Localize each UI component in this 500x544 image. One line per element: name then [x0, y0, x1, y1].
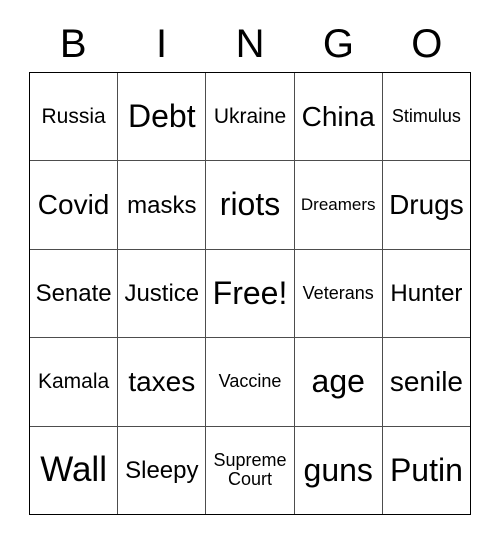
bingo-cell-label: Russia: [41, 104, 106, 128]
bingo-cell-free-space[interactable]: Free!: [206, 249, 295, 338]
bingo-cell-i4[interactable]: taxes: [118, 338, 207, 426]
bingo-cell-label: Veterans: [302, 283, 374, 304]
bingo-header-letter-n: N: [235, 22, 265, 66]
table-row: Covid masks riots Dreamers Drugs: [30, 161, 471, 250]
table-row: Kamala taxes Vaccine age senile: [30, 338, 471, 427]
bingo-card: B I N G O Russia Debt Ukraine China Stim…: [0, 0, 500, 544]
bingo-cell-label: taxes: [128, 366, 196, 398]
bingo-cell-i5[interactable]: Sleepy: [118, 426, 207, 515]
bingo-cell-label: Hunter: [390, 279, 463, 307]
bingo-cell-i3[interactable]: Justice: [118, 249, 207, 338]
bingo-cell-label: Dreamers: [300, 195, 376, 215]
bingo-cell-g3[interactable]: Veterans: [294, 249, 383, 338]
bingo-cell-b1[interactable]: Russia: [30, 73, 119, 161]
bingo-cell-b5[interactable]: Wall: [30, 426, 119, 515]
bingo-header-letter-o: O: [411, 22, 443, 66]
bingo-cell-o3[interactable]: Hunter: [382, 249, 471, 338]
bingo-cell-label: senile: [389, 366, 463, 398]
table-row: Russia Debt Ukraine China Stimulus: [30, 73, 471, 162]
bingo-cell-o2[interactable]: Drugs: [382, 161, 471, 249]
bingo-cell-n1[interactable]: Ukraine: [206, 73, 295, 161]
bingo-cell-label: Vaccine: [218, 371, 282, 392]
table-row: Senate Justice Free! Veterans Hunter: [30, 249, 471, 339]
bingo-cell-label: riots: [219, 186, 281, 223]
bingo-cell-o1[interactable]: Stimulus: [382, 73, 471, 161]
bingo-cell-label: Ukraine: [213, 104, 287, 128]
bingo-cell-label: Wall: [40, 449, 107, 489]
bingo-cell-b3[interactable]: Senate: [30, 249, 119, 338]
bingo-cell-n4[interactable]: Vaccine: [206, 338, 295, 426]
bingo-cell-n2[interactable]: riots: [206, 161, 295, 249]
bingo-cell-label: guns: [303, 451, 373, 488]
bingo-cell-o5[interactable]: Putin: [382, 426, 471, 515]
bingo-cell-label: Drugs: [389, 189, 464, 221]
bingo-cell-g1[interactable]: China: [294, 73, 383, 161]
bingo-cell-label: Stimulus: [391, 106, 461, 127]
bingo-cell-o4[interactable]: senile: [382, 338, 471, 426]
bingo-header-letter-i: I: [156, 22, 168, 66]
bingo-cell-label: Senate: [35, 279, 112, 307]
bingo-cell-label: China: [301, 101, 375, 132]
bingo-grid: Russia Debt Ukraine China Stimulus Covid…: [29, 72, 471, 515]
bingo-cell-g2[interactable]: Dreamers: [294, 161, 383, 249]
bingo-cell-label: masks: [127, 191, 197, 219]
bingo-cell-b4[interactable]: Kamala: [30, 338, 119, 426]
bingo-cell-n5[interactable]: Supreme Court: [206, 426, 295, 515]
bingo-header-letter-g: G: [322, 22, 354, 66]
bingo-cell-b2[interactable]: Covid: [30, 161, 119, 249]
bingo-cell-label: Debt: [128, 97, 196, 134]
bingo-cell-label: age: [311, 363, 365, 400]
bingo-cell-label: Covid: [37, 189, 110, 221]
bingo-cell-label: Sleepy: [125, 456, 199, 484]
table-row: Wall Sleepy Supreme Court guns Putin: [30, 426, 471, 515]
bingo-cell-label: Putin: [389, 451, 463, 488]
bingo-cell-label: Justice: [124, 279, 200, 307]
bingo-header-letter-b: B: [59, 22, 87, 66]
bingo-cell-i2[interactable]: masks: [118, 161, 207, 249]
bingo-cell-g5[interactable]: guns: [294, 426, 383, 515]
bingo-cell-label: Kamala: [38, 369, 110, 393]
bingo-cell-label: Supreme Court: [213, 450, 287, 490]
bingo-cell-label: Free!: [212, 274, 288, 311]
bingo-cell-g4[interactable]: age: [294, 338, 383, 426]
bingo-header-row: B I N G O: [29, 18, 471, 70]
bingo-cell-i1[interactable]: Debt: [118, 73, 207, 161]
